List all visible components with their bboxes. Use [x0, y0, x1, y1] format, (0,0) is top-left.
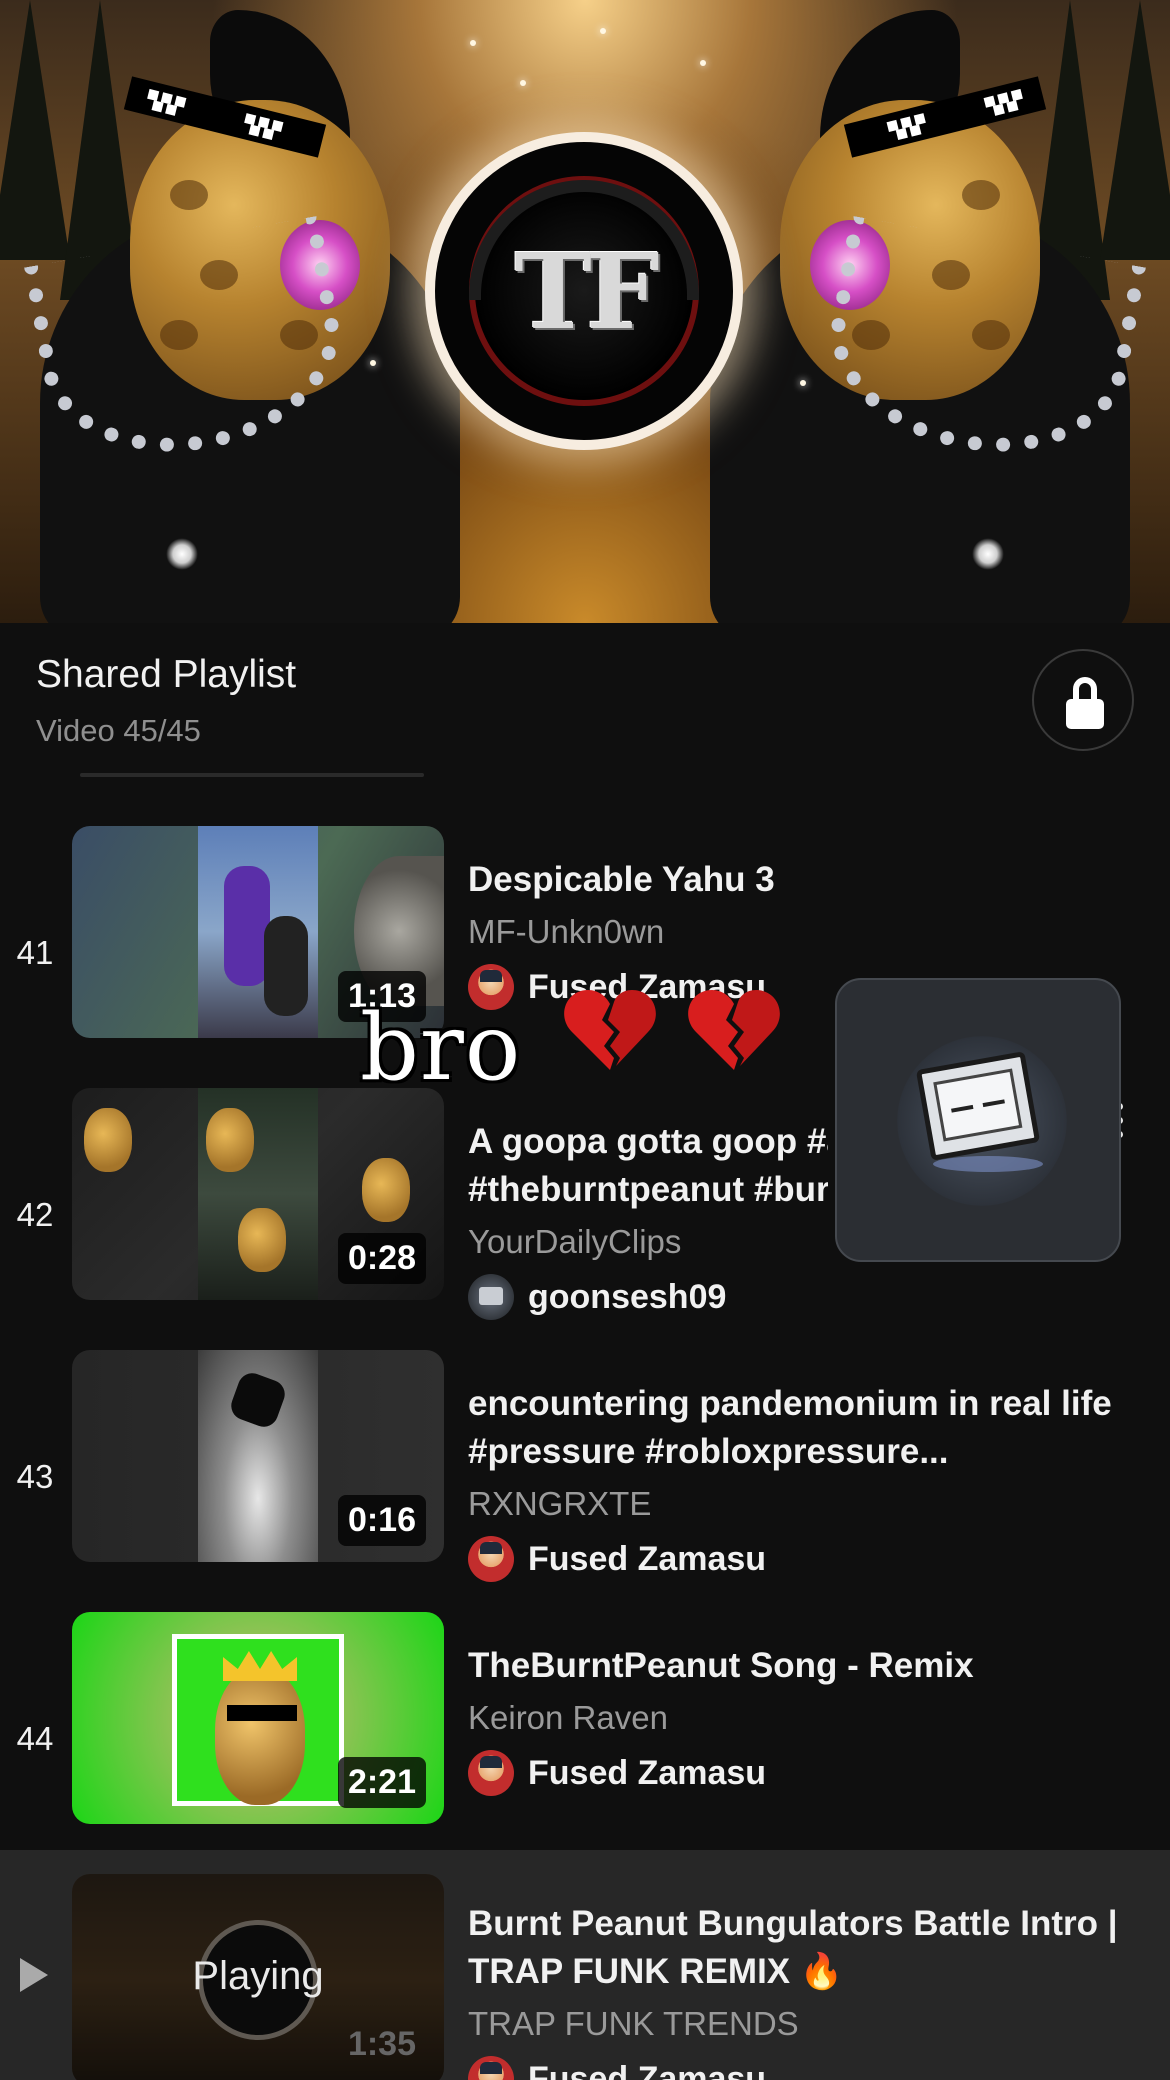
added-by-name: Fused Zamasu	[528, 2059, 767, 2080]
duration-badge: 0:16	[337, 1495, 426, 1546]
channel-name: RXNGRXTE	[468, 1485, 652, 1522]
playlist-row[interactable]: 44 2:21 TheBurntPeanut Song - Remix Keir…	[0, 1612, 1170, 1874]
headphones-icon	[469, 180, 699, 300]
channel-name: MF-Unkn0wn	[468, 913, 665, 950]
previous-row-edge	[80, 773, 424, 777]
channel-logo: TF	[425, 132, 743, 450]
video-title-line-2: TRAP FUNK REMIX 🔥	[468, 1952, 844, 1991]
now-playing-icon	[20, 1958, 48, 1992]
floating-bubble[interactable]	[835, 978, 1121, 1262]
video-thumbnail[interactable]: 0:16	[72, 1350, 444, 1562]
playlist-position: Video 45/45	[36, 713, 201, 748]
avatar	[468, 1750, 514, 1796]
privacy-button[interactable]	[1032, 649, 1134, 751]
video-title: TheBurntPeanut Song - Remix	[468, 1646, 974, 1685]
duration-badge: 0:28	[337, 1233, 426, 1284]
video-player[interactable]: TF	[0, 0, 1170, 623]
video-title: Despicable Yahu 3	[468, 860, 775, 899]
video-title-line-2: #pressure #robloxpressure...	[468, 1432, 949, 1471]
channel-name: YourDailyClips	[468, 1223, 682, 1260]
peanut-character-left	[0, 10, 470, 623]
video-thumbnail[interactable]: 2:21	[72, 1612, 444, 1824]
video-title-line-1: Burnt Peanut Bungulators Battle Intro |	[468, 1904, 1118, 1943]
added-by-name: Fused Zamasu	[528, 1753, 767, 1792]
row-index: 41	[16, 934, 54, 971]
playlist-row-current[interactable]: Playing 1:35 Burnt Peanut Bungulators Ba…	[0, 1850, 1170, 2080]
playlist-header: Shared Playlist Video 45/45	[0, 623, 1170, 773]
video-title-line-1: encountering pandemonium in real life	[468, 1384, 1112, 1423]
avatar	[468, 1274, 514, 1320]
duration-badge: 1:35	[347, 2025, 416, 2063]
peanut-character-right	[700, 10, 1170, 623]
added-by-name: goonsesh09	[528, 1277, 727, 1316]
video-thumbnail[interactable]: Playing 1:35	[72, 1874, 444, 2080]
computer-monitor-icon	[915, 1051, 1041, 1161]
playing-label: Playing	[192, 1954, 324, 1998]
added-by-name: Fused Zamasu	[528, 1539, 767, 1578]
playlist-row[interactable]: 43 0:16 encountering pandemonium in real…	[0, 1350, 1170, 1612]
video-title-line-2: #theburntpeanut #burn	[468, 1170, 828, 1209]
broken-heart-icon	[684, 980, 784, 1080]
video-thumbnail[interactable]: 0:28	[72, 1088, 444, 1300]
avatar	[468, 2056, 514, 2080]
row-index: 42	[16, 1196, 54, 1233]
row-index: 43	[16, 1458, 54, 1495]
light-orb	[972, 538, 1004, 570]
playlist-title: Shared Playlist	[36, 653, 297, 696]
sticker-text: bro	[360, 994, 522, 1101]
video-title-line-1: A goopa gotta goop #a	[468, 1122, 828, 1161]
channel-name: Keiron Raven	[468, 1699, 668, 1736]
channel-name: TRAP FUNK TRENDS	[468, 2005, 799, 2042]
light-orb	[166, 538, 198, 570]
avatar	[468, 1536, 514, 1582]
duration-badge: 2:21	[337, 1757, 426, 1808]
broken-heart-icon	[560, 980, 660, 1080]
row-index: 44	[16, 1720, 54, 1757]
